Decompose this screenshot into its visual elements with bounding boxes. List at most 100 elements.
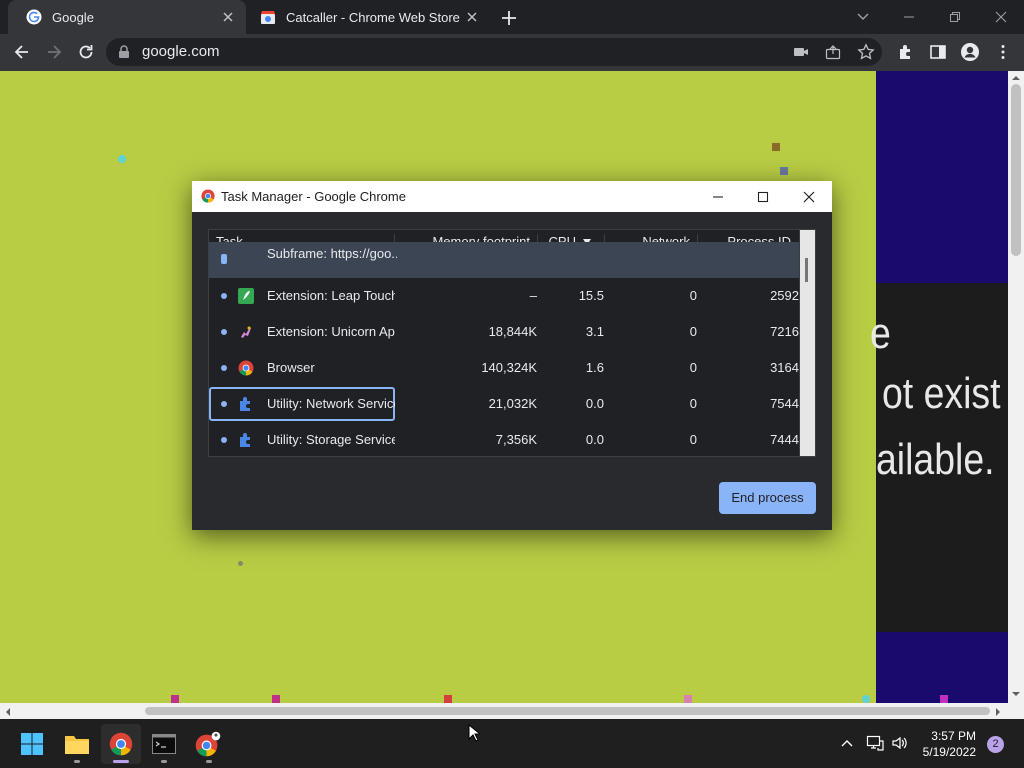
cpu-value: 0.0	[585, 432, 604, 447]
table-row[interactable]: Extension: Unicorn Ap... 18,844K 3.1 0 7…	[209, 314, 799, 350]
notification-badge[interactable]: 2	[987, 736, 1004, 753]
row-bullet	[221, 437, 227, 443]
network-icon[interactable]	[866, 734, 884, 752]
chevron-down-icon	[857, 13, 869, 20]
row-bullet	[221, 293, 227, 299]
taskbar-chrome-profile[interactable]	[188, 724, 228, 764]
share-icon[interactable]	[825, 44, 841, 60]
system-clock[interactable]: 3:57 PM 5/19/2022	[914, 728, 976, 760]
table-scroll-thumb-indicator[interactable]	[805, 258, 808, 282]
table-row[interactable]: Utility: Storage Service 7,356K 0.0 0 74…	[209, 422, 799, 456]
side-panel-icon[interactable]	[929, 43, 947, 61]
scroll-up-arrow-icon[interactable]	[1011, 74, 1021, 82]
floating-dot	[444, 695, 452, 703]
cpu-value: 15.5	[578, 288, 604, 303]
taskbar-file-explorer[interactable]	[57, 724, 97, 764]
close-tab-icon[interactable]	[220, 9, 236, 25]
active-indicator	[113, 760, 129, 763]
task-name: Extension: Unicorn Ap...	[267, 324, 395, 339]
task-name: Utility: Network Service	[267, 396, 395, 411]
blue-block-top	[876, 71, 1008, 283]
network-value: 0	[689, 360, 697, 375]
memory-value: 140,324K	[481, 360, 537, 375]
windows-start-icon	[21, 733, 43, 755]
arrow-left-icon	[14, 45, 28, 59]
floating-dot	[171, 695, 179, 703]
table-row[interactable]: Subframe: https://goo...	[209, 242, 799, 278]
tab-catcaller[interactable]: Catcaller - Chrome Web Store	[250, 0, 490, 34]
floating-dot	[118, 155, 126, 163]
tab-search-button[interactable]	[855, 8, 871, 24]
end-process-button[interactable]: End process	[719, 482, 816, 514]
plus-icon	[502, 11, 516, 25]
tm-minimize-button[interactable]	[695, 181, 741, 212]
tab-google[interactable]: Google	[8, 0, 246, 34]
task-name: Subframe: https://goo...	[267, 246, 397, 261]
restore-button[interactable]	[932, 0, 978, 34]
task-name: Utility: Storage Service	[267, 432, 395, 447]
star-icon[interactable]	[857, 43, 875, 61]
task-name: Browser	[267, 360, 315, 375]
leap-touch-extension-icon	[238, 288, 254, 304]
floating-dot	[684, 695, 692, 703]
close-tab-icon[interactable]	[464, 9, 480, 25]
subframe-icon	[221, 254, 227, 264]
page-text-line: e	[870, 309, 891, 358]
new-tab-button[interactable]	[499, 8, 519, 28]
table-row[interactable]: Extension: Leap Touch – 15.5 0 2592	[209, 278, 799, 314]
tab-title: Catcaller - Chrome Web Store	[286, 9, 460, 25]
floating-dot	[238, 561, 243, 566]
chevron-up-icon[interactable]	[840, 737, 854, 749]
restore-icon	[950, 12, 960, 22]
network-value: 0	[689, 396, 697, 411]
network-value: 0	[689, 324, 697, 339]
minimize-button[interactable]	[886, 0, 932, 34]
process-id-value: 7216	[770, 324, 799, 339]
kebab-menu-icon[interactable]	[994, 43, 1012, 61]
process-id-value: 7544	[770, 396, 799, 411]
tm-close-button[interactable]	[786, 181, 832, 212]
profile-icon[interactable]	[960, 42, 980, 62]
minimize-icon	[904, 16, 914, 18]
scroll-down-arrow-icon[interactable]	[1011, 690, 1021, 698]
close-window-button[interactable]	[978, 0, 1024, 34]
back-button[interactable]	[8, 38, 36, 66]
volume-icon[interactable]	[891, 735, 909, 751]
memory-value: 18,844K	[488, 324, 537, 339]
address-bar[interactable]	[106, 38, 882, 66]
taskbar-chrome[interactable]	[101, 724, 141, 764]
floating-dot	[772, 143, 780, 151]
memory-value: –	[529, 288, 537, 303]
process-id-value: 3164	[770, 360, 799, 375]
scroll-left-arrow-icon[interactable]	[4, 707, 12, 717]
row-bullet	[221, 401, 227, 407]
task-manager-window: Task Manager - Google Chrome Task Memory…	[192, 181, 832, 530]
reload-button[interactable]	[72, 38, 100, 66]
blue-block-bottom	[876, 632, 1008, 703]
forward-button[interactable]	[40, 38, 68, 66]
maximize-icon	[757, 191, 769, 202]
tm-maximize-button[interactable]	[740, 181, 786, 212]
process-id-value: 2592	[770, 288, 799, 303]
scroll-right-arrow-icon[interactable]	[994, 707, 1002, 717]
process-table[interactable]: Task Memory footprint CPU Network Proces…	[208, 229, 816, 457]
chrome-profile-icon	[195, 731, 221, 757]
page-horizontal-scroll-thumb[interactable]	[145, 707, 990, 715]
task-manager-title: Task Manager - Google Chrome	[221, 189, 406, 204]
process-id-value: 7444	[770, 432, 799, 447]
page-vertical-scroll-thumb[interactable]	[1011, 84, 1021, 256]
taskbar-terminal[interactable]	[144, 724, 184, 764]
reload-icon	[79, 45, 93, 59]
lock-icon[interactable]	[118, 45, 130, 59]
table-row[interactable]: Browser 140,324K 1.6 0 3164	[209, 350, 799, 386]
table-row[interactable]: Utility: Network Service 21,032K 0.0 0 7…	[209, 386, 799, 422]
memory-value: 21,032K	[488, 396, 537, 411]
start-button[interactable]	[12, 724, 52, 764]
memory-value: 7,356K	[495, 432, 537, 447]
camera-icon[interactable]	[793, 44, 809, 60]
cpu-value: 1.6	[585, 360, 604, 375]
extensions-icon[interactable]	[897, 43, 915, 61]
running-indicator	[161, 760, 167, 763]
puzzle-icon	[240, 397, 250, 411]
url-text[interactable]: google.com	[142, 43, 220, 60]
